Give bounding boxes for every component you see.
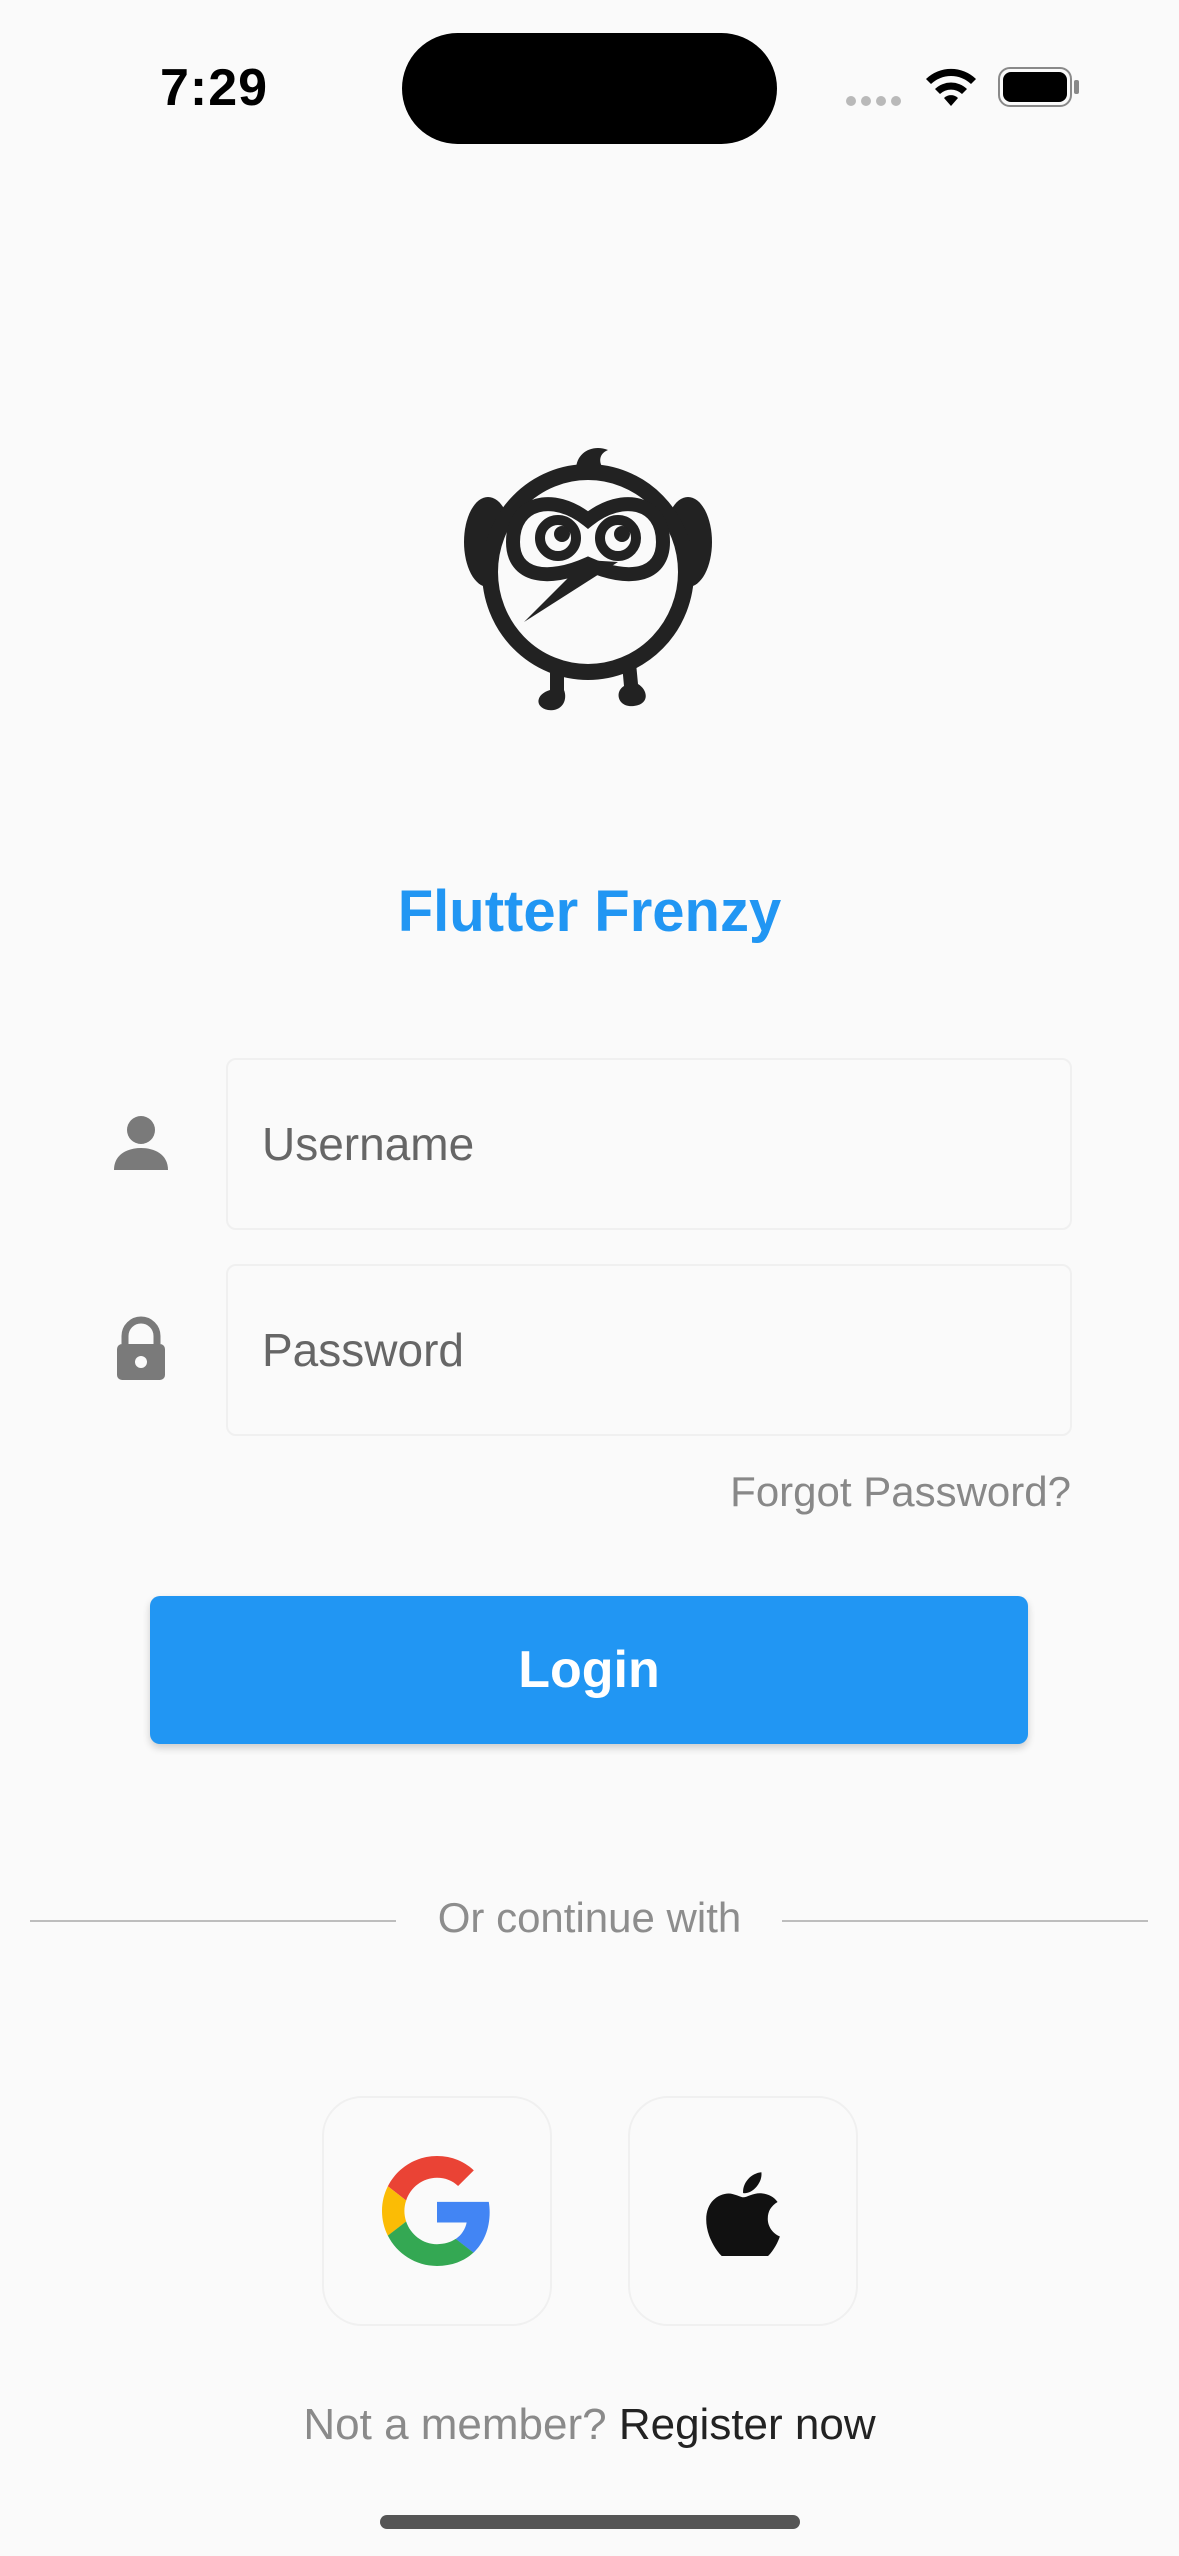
not-member-text: Not a member? — [303, 2400, 607, 2449]
battery-icon — [998, 67, 1079, 107]
register-prompt: Not a member? Register now — [0, 2400, 1179, 2450]
wifi-icon — [926, 68, 976, 106]
app-logo-bird-icon — [464, 448, 712, 711]
apple-icon — [706, 2172, 780, 2256]
divider-label: Or continue with — [437, 1894, 742, 1941]
divider-right — [782, 1920, 1148, 1922]
cellular-signal-icon — [846, 93, 906, 106]
apple-sign-in-button[interactable] — [628, 2096, 858, 2326]
register-now-link[interactable]: Register now — [619, 2400, 876, 2449]
dynamic-island — [402, 33, 777, 144]
app-title: Flutter Frenzy — [397, 879, 782, 944]
lock-icon — [117, 1316, 165, 1380]
login-button[interactable]: Login — [150, 1596, 1028, 1744]
login-button-label: Login — [518, 1641, 660, 1699]
status-time: 7:29 — [160, 59, 269, 117]
google-icon — [382, 2156, 490, 2266]
login-screen: 7:29 Flutter Frenzy Username Forgot Pass… — [0, 0, 1179, 2556]
password-input[interactable] — [228, 1266, 1070, 1434]
password-field[interactable] — [226, 1264, 1072, 1436]
username-input[interactable] — [228, 1060, 1070, 1228]
forgot-password-link[interactable]: Forgot Password? — [730, 1468, 1071, 1516]
person-icon — [114, 1116, 168, 1170]
home-indicator[interactable] — [380, 2515, 800, 2529]
google-sign-in-button[interactable] — [322, 2096, 552, 2326]
username-field[interactable] — [226, 1058, 1072, 1230]
